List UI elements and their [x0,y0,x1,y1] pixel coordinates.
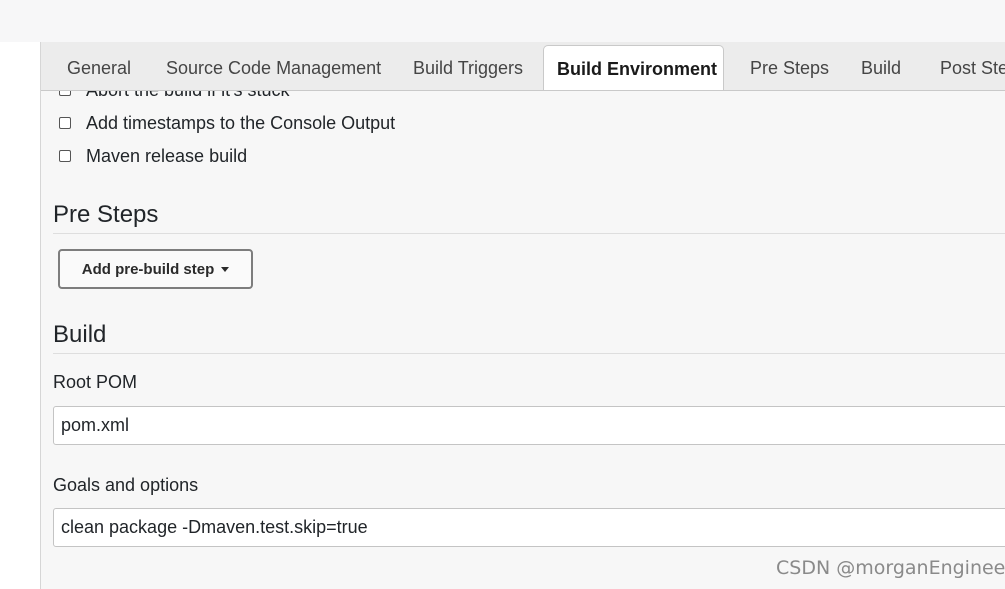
abort-stuck-checkbox[interactable] [59,91,71,96]
top-bar [0,0,1005,42]
checkbox-row-abort-stuck: Abort the build if it's stuck [59,91,290,101]
tab-source-code-management[interactable]: Source Code Management [166,42,381,90]
checkbox-row-timestamps: Add timestamps to the Console Output [59,112,395,134]
pre-steps-divider [53,233,1005,234]
add-pre-build-step-button[interactable]: Add pre-build step [58,249,253,289]
abort-stuck-label: Abort the build if it's stuck [86,91,290,101]
watermark: CSDN @morganEngineer [776,557,1005,579]
left-gutter [0,42,40,589]
tab-build-environment[interactable]: Build Environment [543,45,724,90]
maven-release-checkbox[interactable] [59,150,71,162]
caret-down-icon [221,266,230,272]
tab-bar: General Source Code Management Build Tri… [41,42,1005,91]
content-area: Abort the build if it's stuck Add timest… [41,91,1005,589]
add-pre-build-step-label: Add pre-build step [81,260,215,278]
tab-pre-steps[interactable]: Pre Steps [750,42,829,90]
tab-build-triggers[interactable]: Build Triggers [413,42,523,90]
tab-general[interactable]: General [67,42,131,90]
timestamps-checkbox[interactable] [59,117,71,129]
goals-options-label: Goals and options [53,475,199,495]
tab-post-steps[interactable]: Post Steps [940,42,1005,90]
checkbox-row-maven-release: Maven release build [59,145,247,167]
maven-release-label: Maven release build [86,145,248,166]
pre-steps-heading: Pre Steps [53,201,159,228]
timestamps-label: Add timestamps to the Console Output [86,112,396,133]
tab-build[interactable]: Build [861,42,901,90]
build-divider [53,353,1005,354]
config-panel: General Source Code Management Build Tri… [41,42,1005,589]
build-heading: Build [53,321,107,348]
root-pom-label: Root POM [53,372,138,392]
root-pom-input[interactable] [53,406,1005,445]
goals-options-input[interactable] [53,508,1005,547]
